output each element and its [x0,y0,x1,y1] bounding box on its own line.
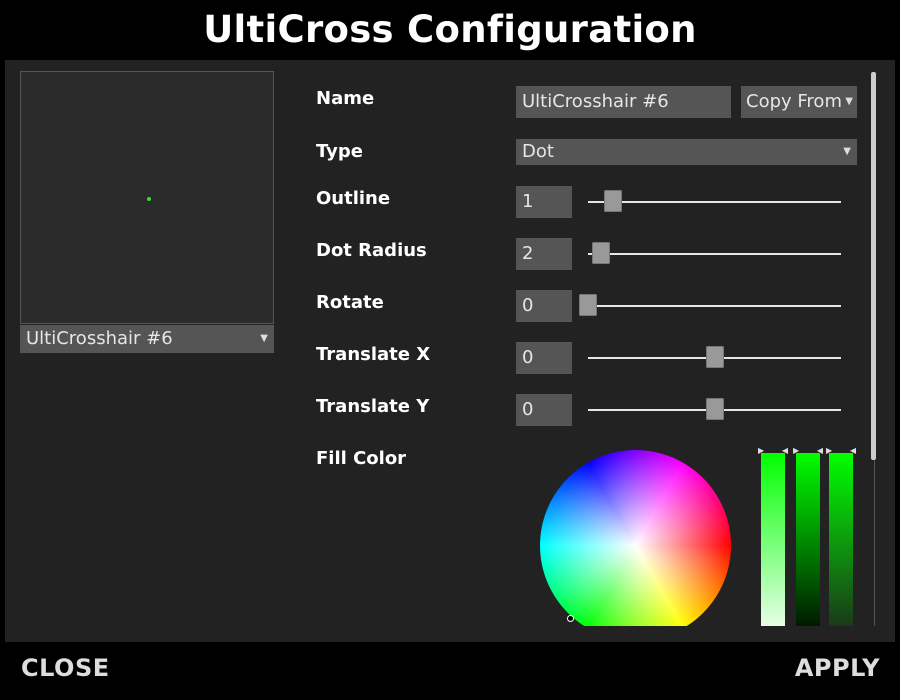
rotate-label: Rotate [316,292,384,313]
translate-x-label: Translate X [316,344,431,365]
config-panel: UltiCrosshair #6 ▼ Name UltiCrosshair #6… [5,60,895,642]
rotate-slider-track[interactable] [580,305,841,307]
copy-from-dropdown[interactable]: Copy From ▼ [741,86,857,118]
name-input[interactable]: UltiCrosshair #6 [516,86,731,118]
translate-y-label: Translate Y [316,396,430,417]
opacity-bar[interactable]: ▶ ◀ [826,446,856,626]
caret-down-icon: ▼ [845,96,853,107]
rotate-input[interactable]: 0 [516,290,572,322]
outline-input[interactable]: 1 [516,186,572,218]
footer-bar: CLOSE APPLY [0,644,900,700]
triangle-icon: ▶ ◀ [793,446,823,455]
dot-radius-input[interactable]: 2 [516,238,572,270]
window-title: UltiCross Configuration [203,8,697,51]
name-label: Name [316,88,375,109]
dot-radius-slider-track[interactable] [588,253,841,255]
dot-radius-slider-thumb[interactable] [592,242,610,264]
fill-color-label: Fill Color [316,448,407,469]
scrollbar-thumb[interactable] [871,72,876,460]
color-picker-marker[interactable] [567,615,574,622]
close-button[interactable]: CLOSE [21,654,110,682]
scrollbar-track[interactable] [874,460,875,626]
crosshair-dot [147,197,151,201]
copy-from-label: Copy From [746,91,842,112]
outline-slider-track[interactable] [588,201,841,203]
saturation-bar[interactable]: ▶ ◀ [758,446,788,626]
crosshair-preview [20,71,274,324]
type-value: Dot [522,141,554,162]
outline-slider-thumb[interactable] [604,190,622,212]
dot-radius-label: Dot Radius [316,240,427,261]
type-dropdown[interactable]: Dot ▼ [516,139,857,165]
color-wheel-container [535,446,735,626]
caret-down-icon: ▼ [260,333,268,344]
triangle-icon: ▶ ◀ [826,446,856,455]
color-wheel[interactable] [540,450,731,626]
translate-y-slider-thumb[interactable] [706,398,724,420]
title-bar: UltiCross Configuration [0,0,900,58]
type-label: Type [316,141,363,162]
caret-down-icon: ▼ [843,146,851,157]
crosshair-selector-value: UltiCrosshair #6 [26,328,173,349]
translate-x-input[interactable]: 0 [516,342,572,374]
triangle-icon: ▶ ◀ [758,446,788,455]
rotate-slider-thumb[interactable] [579,294,597,316]
crosshair-selector[interactable]: UltiCrosshair #6 ▼ [20,325,274,353]
outline-label: Outline [316,188,391,209]
apply-button[interactable]: APPLY [795,654,880,682]
brightness-bar[interactable]: ▶ ◀ [793,446,823,626]
translate-y-input[interactable]: 0 [516,394,572,426]
translate-x-slider-thumb[interactable] [706,346,724,368]
